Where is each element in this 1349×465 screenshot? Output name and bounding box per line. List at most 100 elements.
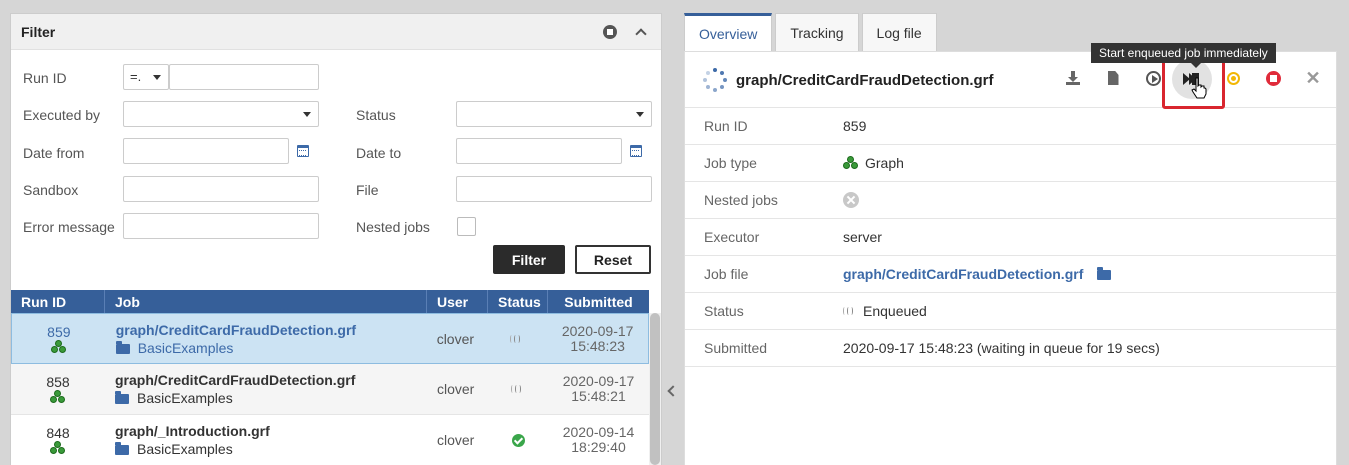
detail-row-executor: Executor server — [685, 219, 1336, 256]
sandbox-cell[interactable]: BasicExamples — [115, 389, 427, 407]
stop-icon[interactable] — [603, 24, 617, 39]
job-type-label: Job type — [704, 155, 757, 171]
run-id-label: Run ID — [23, 70, 67, 86]
tab-tracking[interactable]: Tracking — [775, 13, 859, 51]
job-file-link[interactable]: graph/CreditCardFraudDetection.grf — [843, 266, 1083, 282]
no-nested-jobs-icon — [843, 192, 859, 208]
table-row[interactable]: 859 graph/CreditCardFraudDetection.grf B… — [11, 313, 649, 364]
scrollbar-thumb[interactable] — [650, 313, 660, 465]
submitted-time: 15:48:21 — [571, 388, 626, 404]
download-button[interactable] — [1063, 68, 1083, 88]
sandbox-cell[interactable]: BasicExamples — [115, 440, 427, 458]
filter-button[interactable]: Filter — [493, 245, 565, 274]
run-id-cell[interactable]: 848 — [46, 425, 69, 441]
column-header-job[interactable]: Job — [105, 290, 427, 313]
pause-icon — [1226, 71, 1240, 85]
job-name-cell[interactable]: graph/CreditCardFraudDetection.grf — [115, 371, 427, 389]
detail-row-job-type: Job type Graph — [685, 145, 1336, 182]
user-cell: clover — [437, 381, 475, 397]
enqueued-icon — [511, 383, 525, 395]
job-file-button[interactable] — [1103, 68, 1123, 88]
run-id-operator-select[interactable]: =. — [123, 64, 169, 90]
chevron-down-icon — [303, 112, 311, 117]
chevron-down-icon — [636, 112, 644, 117]
calendar-icon[interactable] — [630, 145, 642, 157]
kill-button[interactable] — [1263, 68, 1283, 88]
table-scrollbar[interactable] — [649, 313, 661, 465]
graph-icon — [843, 156, 859, 170]
folder-icon[interactable] — [1097, 267, 1112, 280]
user-cell: clover — [436, 330, 475, 347]
sandbox-input[interactable] — [123, 176, 319, 202]
status-select[interactable] — [456, 101, 652, 127]
error-message-input[interactable] — [123, 213, 319, 239]
pause-button[interactable] — [1223, 68, 1243, 88]
filter-title: Filter — [21, 23, 56, 40]
run-id-value: 859 — [843, 118, 867, 134]
status-value: Enqueued — [863, 303, 927, 319]
date-to-input[interactable] — [456, 138, 622, 164]
column-header-status[interactable]: Status — [488, 290, 548, 313]
sandbox-label: Sandbox — [23, 182, 79, 198]
status-label: Status — [704, 303, 744, 319]
date-from-label: Date from — [23, 145, 85, 161]
hand-cursor-icon — [1191, 77, 1207, 99]
nested-jobs-label: Nested jobs — [704, 192, 778, 208]
collapse-panel-arrow-icon[interactable] — [667, 385, 679, 397]
table-header: Run ID Job User Status Submitted — [11, 290, 649, 313]
sandbox-name: BasicExamples — [137, 390, 233, 406]
table-row[interactable]: 858 graph/CreditCardFraudDetection.grf B… — [11, 364, 649, 415]
submitted-time: 15:48:23 — [570, 337, 625, 354]
detail-title: graph/CreditCardFraudDetection.grf — [736, 72, 994, 89]
enqueued-icon — [843, 305, 857, 317]
calendar-icon[interactable] — [297, 145, 309, 157]
job-name-cell[interactable]: graph/CreditCardFraudDetection.grf — [116, 321, 427, 339]
run-button[interactable] — [1143, 68, 1163, 88]
run-id-input[interactable] — [169, 64, 319, 90]
table-row[interactable]: 848 graph/_Introduction.grf BasicExample… — [11, 415, 649, 465]
run-id-cell[interactable]: 858 — [46, 374, 69, 390]
column-header-submitted[interactable]: Submitted — [548, 290, 649, 313]
job-name-cell[interactable]: graph/_Introduction.grf — [115, 422, 427, 440]
sandbox-cell[interactable]: BasicExamples — [115, 339, 427, 357]
run-id-cell[interactable]: 859 — [47, 324, 70, 340]
file-label: File — [356, 182, 379, 198]
tooltip: Start enqueued job immediately — [1091, 43, 1276, 68]
detail-row-submitted: Submitted 2020-09-17 15:48:23 (waiting i… — [685, 330, 1336, 367]
file-input[interactable] — [456, 176, 652, 202]
job-file-label: Job file — [704, 266, 749, 282]
tab-overview[interactable]: Overview — [684, 13, 773, 51]
stop-icon — [1265, 70, 1281, 86]
close-icon: ✕ — [1305, 68, 1321, 88]
filter-panel: Filter Run ID =. Executed by Status Date… — [10, 13, 662, 465]
submitted-value: 2020-09-17 15:48:23 (waiting in queue fo… — [843, 340, 1160, 356]
detail-panel: graph/CreditCardFraudDetection.grf ✕ Run… — [684, 51, 1337, 465]
submitted-time: 18:29:40 — [571, 439, 626, 455]
success-check-icon — [511, 433, 525, 447]
folder-icon — [115, 391, 129, 404]
column-header-user[interactable]: User — [427, 290, 488, 313]
nested-jobs-checkbox[interactable] — [457, 217, 476, 236]
sandbox-name: BasicExamples — [137, 339, 234, 356]
detail-row-nested-jobs: Nested jobs — [685, 182, 1336, 219]
tab-log-file[interactable]: Log file — [861, 13, 937, 51]
chevron-up-icon[interactable] — [635, 27, 647, 40]
executor-value: server — [843, 229, 882, 245]
column-header-run-id[interactable]: Run ID — [11, 290, 105, 313]
nested-jobs-label: Nested jobs — [356, 219, 430, 235]
date-to-label: Date to — [356, 145, 402, 161]
run-id-label: Run ID — [704, 118, 748, 134]
executor-label: Executor — [704, 229, 760, 245]
running-spinner-icon — [703, 68, 727, 92]
reset-button[interactable]: Reset — [575, 245, 651, 274]
submitted-date: 2020-09-17 — [561, 322, 634, 339]
submitted-date: 2020-09-14 — [562, 424, 635, 440]
sandbox-name: BasicExamples — [137, 441, 233, 457]
run-id-operator-value: =. — [130, 69, 142, 84]
enqueued-icon — [510, 333, 524, 345]
executed-by-select[interactable] — [123, 101, 319, 127]
close-button[interactable]: ✕ — [1303, 68, 1323, 88]
user-cell: clover — [437, 432, 475, 448]
error-message-label: Error message — [23, 219, 115, 235]
date-from-input[interactable] — [123, 138, 289, 164]
